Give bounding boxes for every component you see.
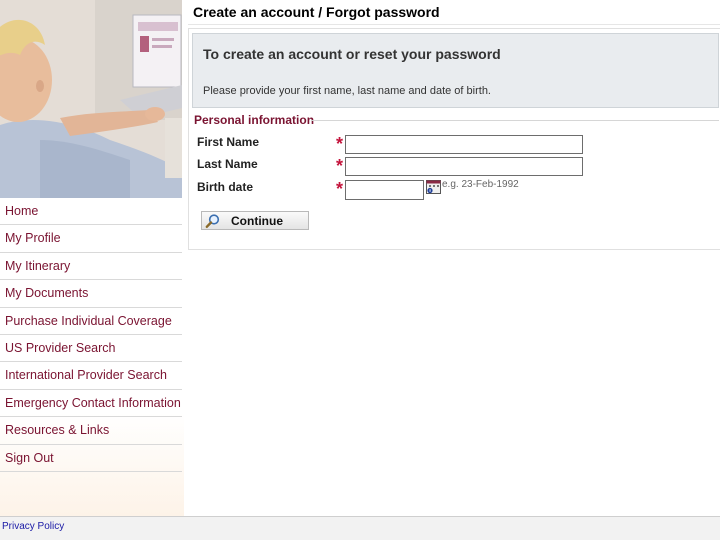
required-asterisk-icon: * xyxy=(336,134,344,154)
required-asterisk-icon: * xyxy=(336,156,344,176)
section-title-personal-information: Personal information xyxy=(194,113,315,127)
sidebar-item-my-itinerary[interactable]: My Itinerary xyxy=(0,253,182,281)
sidebar-item-my-documents[interactable]: My Documents xyxy=(0,280,182,308)
sidebar-item-sign-out[interactable]: Sign Out xyxy=(0,445,182,472)
sidebar-item-emergency-contact-information[interactable]: Emergency Contact Information xyxy=(0,390,182,418)
required-asterisk-icon: * xyxy=(336,179,344,199)
last-name-field[interactable] xyxy=(345,157,583,176)
birth-date-hint: e.g. 23-Feb-1992 xyxy=(442,179,519,190)
sidebar-item-international-provider-search[interactable]: International Provider Search xyxy=(0,362,182,390)
sidebar-item-purchase-individual-coverage[interactable]: Purchase Individual Coverage xyxy=(0,308,182,335)
magnifier-icon xyxy=(205,213,221,229)
notice-box: To create an account or reset your passw… xyxy=(192,33,719,108)
sidebar-item-my-profile[interactable]: My Profile xyxy=(0,225,182,253)
calendar-icon[interactable] xyxy=(426,180,441,194)
sidebar-item-home[interactable]: Home xyxy=(0,198,182,226)
notice-text: Please provide your first name, last nam… xyxy=(203,85,491,97)
notice-heading: To create an account or reset your passw… xyxy=(203,46,501,62)
continue-button[interactable]: Continue xyxy=(201,211,309,230)
footer: Privacy Policy xyxy=(0,516,720,540)
birth-date-label: Birth date xyxy=(197,180,254,194)
section-divider xyxy=(311,120,719,121)
last-name-label: Last Name xyxy=(197,157,258,171)
continue-button-label: Continue xyxy=(231,214,283,228)
sidebar-item-resources-links[interactable]: Resources & Links xyxy=(0,417,182,445)
hero-illustration xyxy=(0,0,182,198)
sidebar-item-us-provider-search[interactable]: US Provider Search xyxy=(0,335,182,363)
first-name-field[interactable] xyxy=(345,135,583,154)
sidebar: Home My Profile My Itinerary My Document… xyxy=(0,0,184,516)
title-divider xyxy=(188,24,720,25)
page-title: Create an account / Forgot password xyxy=(193,4,440,20)
birth-date-field[interactable] xyxy=(345,180,424,200)
first-name-label: First Name xyxy=(197,135,260,149)
hero-photo xyxy=(0,0,182,198)
privacy-policy-link[interactable]: Privacy Policy xyxy=(2,521,64,532)
sidebar-nav: Home My Profile My Itinerary My Document… xyxy=(0,198,182,472)
